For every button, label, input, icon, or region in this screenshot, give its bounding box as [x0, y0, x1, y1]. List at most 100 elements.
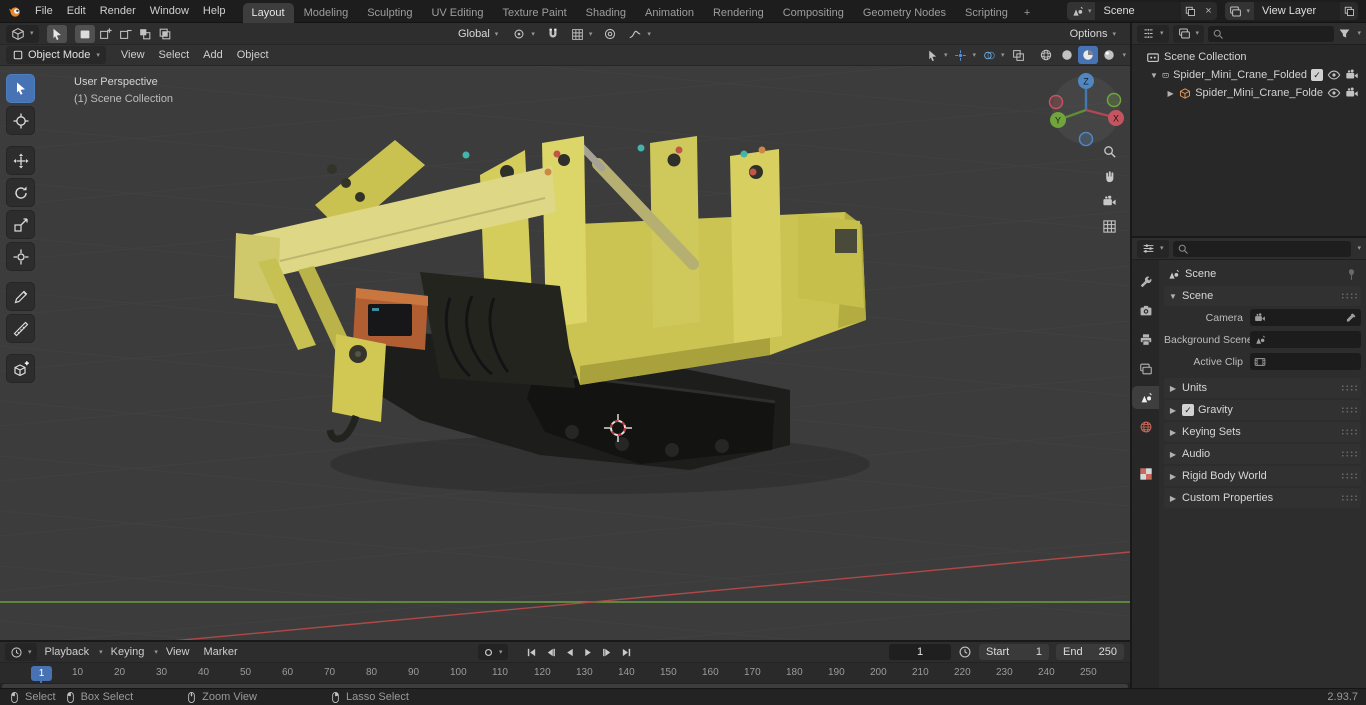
current-frame-field[interactable]: 1 — [889, 644, 951, 660]
select-mode-extend-button[interactable] — [95, 25, 115, 43]
workspace-tab-shading[interactable]: Shading — [577, 3, 635, 23]
show-gizmo-dropdown[interactable]: ▾ — [951, 46, 979, 64]
navigation-gizmo[interactable]: Z X Y — [1044, 68, 1128, 152]
show-overlays-dropdown[interactable]: ▾ — [980, 46, 1008, 64]
panel-keying-sets[interactable]: ▶ Keying Sets — [1164, 422, 1361, 442]
tab-texture[interactable] — [1132, 462, 1159, 485]
timeline-ruler[interactable]: 10 20 30 40 50 60 70 80 90 100 110 120 1… — [0, 662, 1130, 684]
use-preview-range-button[interactable] — [958, 645, 972, 659]
grip-dots-icon[interactable] — [1341, 428, 1357, 436]
scene-browse-button[interactable]: ▾ — [1066, 2, 1096, 20]
menu-add[interactable]: Add — [196, 46, 230, 65]
workspace-tab-texture-paint[interactable]: Texture Paint — [493, 3, 575, 23]
menu-file[interactable]: File — [28, 2, 60, 21]
object-type-visibility-dropdown[interactable]: ▾ — [923, 46, 951, 64]
panel-audio[interactable]: ▶ Audio — [1164, 444, 1361, 464]
workspace-tab-geometry-nodes[interactable]: Geometry Nodes — [854, 3, 955, 23]
select-mode-intersect-button[interactable] — [155, 25, 175, 43]
play-button[interactable] — [579, 644, 598, 660]
menu-render[interactable]: Render — [93, 2, 143, 21]
workspace-tab-scripting[interactable]: Scripting — [956, 3, 1017, 23]
snap-target-dropdown[interactable]: ▾ — [565, 25, 599, 43]
auto-keying-button[interactable]: ▾ — [478, 644, 508, 660]
workspace-tab-rendering[interactable]: Rendering — [704, 3, 773, 23]
pivot-point-dropdown[interactable]: ▾ — [506, 25, 541, 43]
collection-checkbox[interactable]: ✓ — [1311, 69, 1323, 81]
grip-dots-icon[interactable] — [1341, 472, 1357, 480]
scene-name-field[interactable]: Scene — [1095, 2, 1182, 20]
menu-help[interactable]: Help — [196, 2, 233, 21]
shading-material-preview-button[interactable] — [1078, 46, 1099, 64]
gravity-checkbox[interactable]: ✓ — [1182, 404, 1194, 416]
tool-select-box[interactable] — [6, 74, 35, 103]
start-frame-field[interactable]: Start 1 — [979, 644, 1049, 660]
menu-edit[interactable]: Edit — [60, 2, 93, 21]
disclosure-triangle-icon[interactable]: ▼ — [1150, 71, 1158, 80]
workspace-tab-compositing[interactable]: Compositing — [774, 3, 853, 23]
previous-keyframe-button[interactable] — [541, 644, 560, 660]
menu-window[interactable]: Window — [143, 2, 196, 21]
options-dropdown[interactable]: Options ▾ — [1064, 25, 1122, 43]
tool-scale[interactable] — [6, 210, 35, 239]
eyedropper-icon[interactable] — [1345, 312, 1357, 324]
workspace-tab-animation[interactable]: Animation — [636, 3, 703, 23]
view-layer-name-field[interactable]: View Layer — [1254, 2, 1340, 20]
camera-field[interactable] — [1250, 309, 1361, 326]
tab-render[interactable] — [1132, 299, 1159, 322]
tab-view-layer[interactable] — [1132, 357, 1159, 380]
add-workspace-button[interactable]: + — [1018, 3, 1036, 23]
active-clip-field[interactable] — [1250, 353, 1361, 370]
blender-logo[interactable] — [6, 2, 26, 20]
panel-rigid-body-world[interactable]: ▶ Rigid Body World — [1164, 466, 1361, 486]
filter-funnel-icon[interactable] — [1338, 27, 1351, 40]
tool-rotate[interactable] — [6, 178, 35, 207]
pin-icon[interactable] — [1345, 268, 1358, 281]
pan-hand-button[interactable] — [1100, 168, 1118, 184]
next-keyframe-button[interactable] — [598, 644, 617, 660]
tool-measure[interactable] — [6, 314, 35, 343]
xray-toggle-button[interactable] — [1008, 46, 1028, 64]
select-mode-invert-button[interactable] — [135, 25, 155, 43]
hide-eye-icon[interactable] — [1327, 68, 1341, 82]
hide-eye-icon[interactable] — [1327, 86, 1341, 100]
outliner-search-input[interactable] — [1208, 25, 1335, 42]
disable-render-camera-icon[interactable] — [1345, 86, 1359, 100]
jump-to-end-button[interactable] — [617, 644, 636, 660]
tool-cursor[interactable] — [6, 106, 35, 135]
end-frame-field[interactable]: End 250 — [1056, 644, 1124, 660]
panel-units[interactable]: ▶ Units — [1164, 378, 1361, 398]
active-tool-icon[interactable] — [46, 24, 67, 43]
tool-annotate[interactable] — [6, 282, 35, 311]
tool-add-cube[interactable] — [6, 354, 35, 383]
shading-wireframe-button[interactable] — [1036, 46, 1056, 64]
disable-render-camera-icon[interactable] — [1345, 68, 1359, 82]
new-scene-button[interactable] — [1181, 2, 1199, 20]
shading-solid-button[interactable] — [1057, 46, 1077, 64]
close-icon[interactable]: × — [1199, 2, 1217, 20]
outliner-row-object[interactable]: ▶ Spider_Mini_Crane_Folde — [1132, 84, 1366, 102]
properties-editor-dropdown[interactable]: ▾ — [1137, 239, 1169, 258]
grip-dots-icon[interactable] — [1341, 450, 1357, 458]
playhead-frame-chip[interactable]: 1 — [31, 666, 52, 681]
proportional-editing-button[interactable] — [600, 25, 620, 43]
menu-object[interactable]: Object — [230, 46, 276, 65]
jump-to-start-button[interactable] — [522, 644, 541, 660]
view-layer-browse-button[interactable]: ▾ — [1225, 2, 1254, 20]
menu-select[interactable]: Select — [152, 46, 197, 65]
timeline-editor-dropdown[interactable]: ▾ — [5, 643, 37, 661]
menu-marker[interactable]: Marker — [197, 643, 243, 661]
tab-tool[interactable] — [1132, 270, 1159, 293]
select-mode-subtract-button[interactable] — [115, 25, 135, 43]
mode-dropdown[interactable]: Object Mode ▾ — [6, 46, 106, 64]
properties-search-input[interactable] — [1172, 240, 1352, 257]
outliner-display-mode-dropdown[interactable]: ▾ — [1172, 24, 1205, 43]
panel-scene-header[interactable]: ▼ Scene — [1164, 286, 1361, 306]
background-scene-field[interactable] — [1250, 331, 1361, 348]
camera-view-button[interactable] — [1100, 193, 1118, 209]
grip-dots-icon[interactable] — [1341, 406, 1357, 414]
snap-toggle-button[interactable] — [543, 25, 563, 43]
workspace-tab-uv-editing[interactable]: UV Editing — [422, 3, 492, 23]
disclosure-triangle-icon[interactable]: ▶ — [1166, 89, 1175, 98]
new-view-layer-button[interactable] — [1340, 2, 1358, 20]
shading-rendered-button[interactable] — [1099, 46, 1119, 64]
